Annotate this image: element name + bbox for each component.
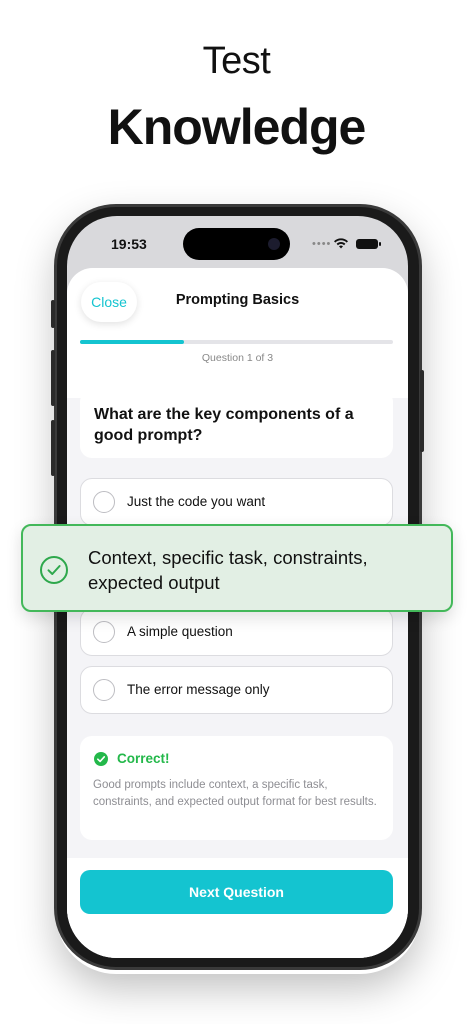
battery-icon [356,239,381,249]
progress-bar [80,340,393,344]
wifi-icon [334,238,348,249]
signal-icon: •••• [312,238,332,250]
answer-option[interactable]: The error message only [80,666,393,714]
power-button [420,370,424,452]
radio-icon [93,679,115,701]
volume-up-button [51,350,55,406]
question-card: What are the key components of a good pr… [80,390,393,458]
radio-icon [93,491,115,513]
status-time: 19:53 [111,236,147,252]
selected-answer-label: Context, specific task, constraints, exp… [88,547,368,593]
feedback-title: Correct! [117,751,170,766]
feedback-card: Correct! Good prompts include context, a… [80,736,393,840]
mute-switch [51,300,55,328]
dynamic-island [183,228,290,260]
promo-headline-line1: Test [202,40,271,82]
answer-option[interactable]: A simple question [80,608,393,656]
quiz-sheet: Close Prompting Basics Question 1 of 3 W… [67,268,408,958]
next-question-button[interactable]: Next Question [80,870,393,914]
check-circle-outline-icon [40,556,68,584]
volume-down-button [51,420,55,476]
answer-option-label: A simple question [127,624,233,639]
answer-option-label: The error message only [127,682,270,697]
progress-text: Question 1 of 3 [201,352,274,364]
check-circle-filled-icon [94,752,108,766]
answer-option-label: Just the code you want [127,494,266,509]
quiz-header: Close Prompting Basics Question 1 of 3 [67,268,408,398]
progress-bar-fill [80,340,185,344]
answer-option[interactable]: Just the code you want [80,478,393,526]
camera-icon [268,238,280,250]
promo-headline-line2: Knowledge [107,99,367,155]
quiz-title: Prompting Basics [175,292,300,308]
selected-answer-option[interactable]: Context, specific task, constraints, exp… [21,524,453,612]
feedback-explanation: Good prompts include context, a specific… [93,779,377,808]
radio-icon [93,621,115,643]
question-text: What are the key components of a good pr… [94,406,354,444]
app-store-screenshot: Test Knowledge 19:53 •••• Close Promptin… [0,0,473,1024]
